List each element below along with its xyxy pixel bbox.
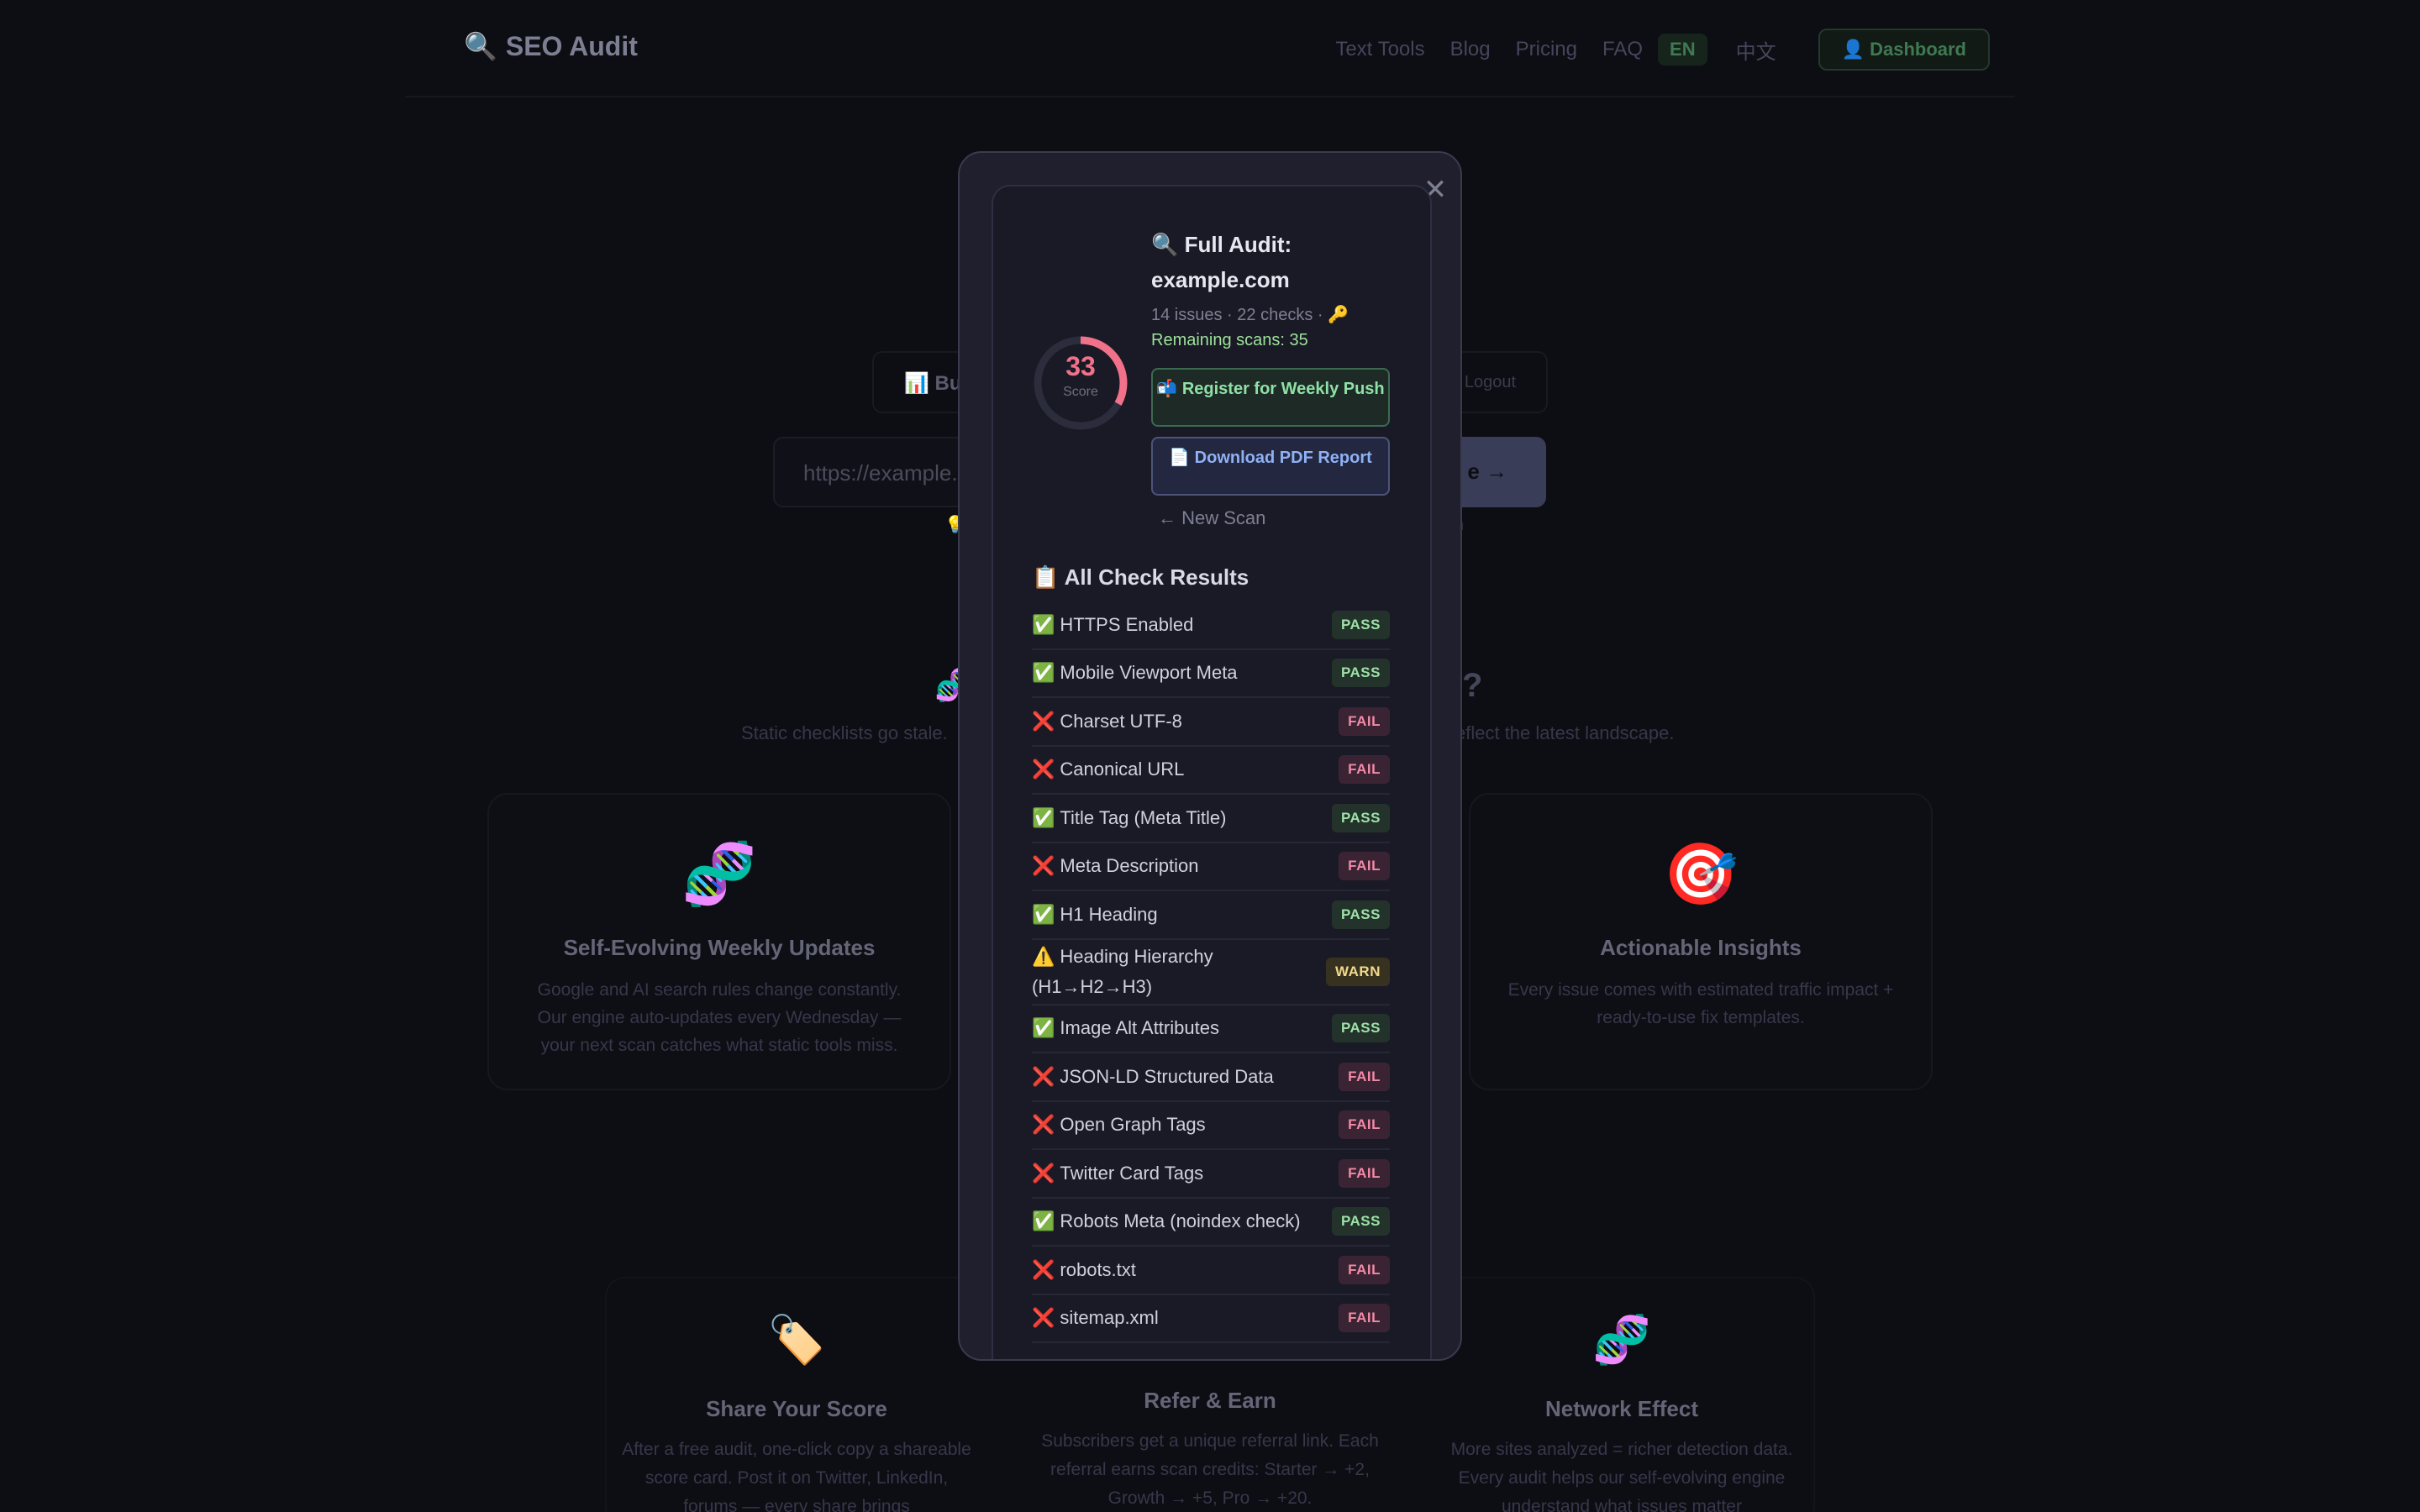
audit-modal: ✕ 33 Score 🔍 Full Audit: example.com 14 …: [958, 151, 1462, 1361]
check-name: ❌ Charset UTF-8: [1032, 706, 1182, 737]
cross-icon: ❌: [1032, 1065, 1055, 1087]
status-badge: FAIL: [1339, 1255, 1390, 1284]
status-badge: PASS: [1331, 610, 1390, 639]
check-icon: ✅: [1032, 662, 1055, 684]
cross-icon: ❌: [1032, 855, 1055, 877]
check-label: Title Tag (Meta Title): [1060, 806, 1227, 828]
check-result-row: ⚠️ Heading Hierarchy (H1→H2→H3) WARN: [1032, 940, 1390, 1005]
score-label: Score: [1063, 385, 1098, 399]
check-result-row: ✅ Mobile Viewport Meta PASS: [1032, 650, 1390, 698]
remaining-scans: Remaining scans: 35: [1151, 331, 1308, 349]
check-label: Canonical URL: [1060, 759, 1185, 780]
check-result-row: ✅ Image Alt Attributes PASS: [1032, 1005, 1390, 1053]
score-gauge: [1034, 336, 1128, 430]
status-badge: FAIL: [1339, 755, 1390, 785]
check-name: ❌ Twitter Card Tags: [1032, 1158, 1203, 1189]
check-results-list: ✅ HTTPS Enabled PASS ✅ Mobile Viewport Meta P…: [1032, 601, 1390, 1343]
audit-panel: 33 Score 🔍 Full Audit: example.com 14 is…: [992, 185, 1432, 1359]
check-name: ❌ JSON-LD Structured Data: [1032, 1062, 1274, 1092]
status-badge: WARN: [1326, 957, 1390, 986]
check-name: ✅ Robots Meta (noindex check): [1032, 1206, 1301, 1236]
check-result-row: ✅ H1 Heading PASS: [1032, 891, 1390, 940]
check-name: ✅ Mobile Viewport Meta: [1032, 658, 1238, 688]
check-result-row: ✅ HTTPS Enabled PASS: [1032, 601, 1390, 650]
check-name: ✅ Image Alt Attributes: [1032, 1013, 1219, 1043]
results-title: 📋 All Check Results: [1032, 564, 1249, 590]
check-name: ✅ H1 Heading: [1032, 900, 1158, 930]
check-name: ❌ robots.txt: [1032, 1255, 1136, 1285]
status-badge: FAIL: [1339, 1304, 1390, 1333]
check-label: Robots Meta (noindex check): [1060, 1210, 1301, 1232]
check-result-row: ❌ robots.txt FAIL: [1032, 1247, 1390, 1295]
check-label: JSON-LD Structured Data: [1060, 1065, 1274, 1087]
check-result-row: ✅ Robots Meta (noindex check) PASS: [1032, 1199, 1390, 1247]
new-scan-link[interactable]: ← New Scan: [1158, 507, 1265, 529]
check-label: Twitter Card Tags: [1060, 1162, 1204, 1184]
check-label: Image Alt Attributes: [1060, 1017, 1219, 1039]
check-result-row: ❌ Open Graph Tags FAIL: [1032, 1102, 1390, 1150]
status-badge: PASS: [1331, 1014, 1390, 1043]
check-result-row: ❌ JSON-LD Structured Data FAIL: [1032, 1053, 1390, 1102]
warning-icon: ⚠️: [1032, 945, 1055, 967]
cross-icon: ❌: [1032, 759, 1055, 780]
check-name: ✅ HTTPS Enabled: [1032, 610, 1193, 640]
check-label: H1 Heading: [1060, 903, 1158, 925]
status-badge: FAIL: [1339, 706, 1390, 736]
check-icon: ✅: [1032, 1210, 1055, 1232]
status-badge: PASS: [1331, 803, 1390, 832]
status-badge: PASS: [1331, 1207, 1390, 1236]
check-name: ❌ Meta Description: [1032, 851, 1198, 881]
status-badge: FAIL: [1339, 852, 1390, 881]
cross-icon: ❌: [1032, 1258, 1055, 1280]
check-icon: ✅: [1032, 613, 1055, 635]
check-name: ⚠️ Heading Hierarchy (H1→H2→H3): [1032, 942, 1318, 1002]
status-badge: PASS: [1331, 900, 1390, 929]
cross-icon: ❌: [1032, 1307, 1055, 1329]
score-value: 33: [1065, 351, 1096, 381]
check-label: Heading Hierarchy (H1→H2→H3): [1032, 945, 1213, 997]
check-result-row: ❌ Meta Description FAIL: [1032, 843, 1390, 891]
check-result-row: ❌ Charset UTF-8 FAIL: [1032, 698, 1390, 747]
check-label: sitemap.xml: [1060, 1307, 1159, 1329]
check-name: ❌ sitemap.xml: [1032, 1303, 1159, 1333]
check-icon: ✅: [1032, 903, 1055, 925]
cross-icon: ❌: [1032, 1162, 1055, 1184]
check-result-row: ❌ Twitter Card Tags FAIL: [1032, 1150, 1390, 1199]
check-icon: ✅: [1032, 1017, 1055, 1039]
status-badge: FAIL: [1339, 1062, 1390, 1091]
check-label: Charset UTF-8: [1060, 710, 1182, 732]
check-name: ❌ Canonical URL: [1032, 754, 1184, 785]
check-result-row: ❌ Canonical URL FAIL: [1032, 747, 1390, 795]
check-name: ❌ Open Graph Tags: [1032, 1110, 1206, 1140]
register-weekly-push-button[interactable]: 📬 Register for Weekly Push: [1151, 368, 1390, 427]
check-label: Mobile Viewport Meta: [1060, 662, 1238, 684]
status-badge: FAIL: [1339, 1158, 1390, 1188]
check-label: Open Graph Tags: [1060, 1114, 1206, 1136]
check-icon: ✅: [1032, 806, 1055, 828]
audit-title: 🔍 Full Audit: example.com: [1151, 232, 1292, 292]
cross-icon: ❌: [1032, 1114, 1055, 1136]
status-badge: PASS: [1331, 659, 1390, 688]
audit-meta: 14 issues · 22 checks · 🔑: [1151, 306, 1349, 324]
check-name: ✅ Title Tag (Meta Title): [1032, 803, 1226, 833]
check-label: robots.txt: [1060, 1258, 1136, 1280]
check-result-row: ❌ sitemap.xml FAIL: [1032, 1295, 1390, 1343]
check-label: Meta Description: [1060, 855, 1199, 877]
download-pdf-report-button[interactable]: 📄 Download PDF Report: [1151, 437, 1390, 496]
cross-icon: ❌: [1032, 710, 1055, 732]
check-label: HTTPS Enabled: [1060, 613, 1194, 635]
check-result-row: ✅ Title Tag (Meta Title) PASS: [1032, 795, 1390, 843]
status-badge: FAIL: [1339, 1110, 1390, 1140]
